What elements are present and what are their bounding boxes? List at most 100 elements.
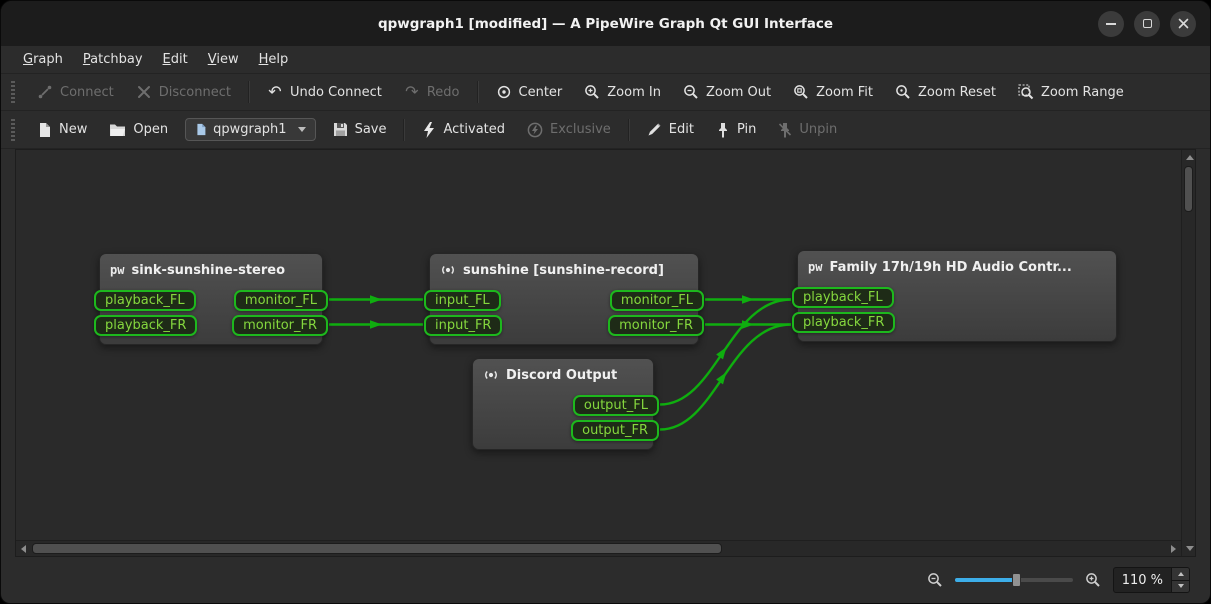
port-output[interactable]: output_FL bbox=[573, 395, 659, 416]
center-icon bbox=[496, 84, 512, 100]
app-window: qpwgraph1 [modified] — A PipeWire Graph … bbox=[0, 0, 1211, 604]
zoom-spinbox: 110 % bbox=[1113, 567, 1190, 593]
pin-button[interactable]: Pin bbox=[706, 117, 766, 143]
redo-icon: ↷ bbox=[404, 84, 420, 100]
patchbay-profile-combo[interactable]: qpwgraph1 bbox=[185, 118, 315, 141]
horizontal-scrollbar-thumb[interactable] bbox=[32, 543, 722, 554]
center-button[interactable]: Center bbox=[486, 79, 573, 105]
scroll-left-arrow[interactable] bbox=[21, 545, 26, 553]
zoom-spin-down-button[interactable] bbox=[1172, 580, 1189, 593]
zoom-slider-handle[interactable] bbox=[1012, 573, 1021, 587]
monitor-icon bbox=[483, 367, 499, 383]
node-header: pw sink-sunshine-stereo bbox=[100, 254, 322, 286]
port-output[interactable]: output_FR bbox=[571, 420, 659, 441]
menubar: Graph Patchbay Edit View Help bbox=[1, 46, 1210, 74]
zoom-fit-button[interactable]: Zoom Fit bbox=[783, 79, 883, 105]
zoom-in-button[interactable]: Zoom In bbox=[574, 79, 671, 105]
node-sink-sunshine-stereo[interactable]: pw sink-sunshine-stereo playback_FL moni… bbox=[99, 253, 323, 345]
window-controls bbox=[1098, 1, 1196, 46]
minimize-icon bbox=[1106, 23, 1116, 25]
toolbar-drag-handle[interactable] bbox=[11, 119, 15, 141]
port-output[interactable]: monitor_FR bbox=[608, 315, 704, 336]
redo-button[interactable]: ↷ Redo bbox=[394, 79, 470, 105]
toolbar-drag-handle[interactable] bbox=[11, 81, 15, 103]
statusbar: 110 % bbox=[1, 557, 1210, 603]
unpin-button[interactable]: Unpin bbox=[768, 117, 847, 143]
disconnect-button[interactable]: Disconnect bbox=[126, 79, 241, 105]
minimize-button[interactable] bbox=[1098, 11, 1124, 37]
open-button[interactable]: Open bbox=[99, 117, 178, 142]
lightning-icon bbox=[422, 122, 436, 138]
toolbar-graph: Connect Disconnect ↶ Undo Connect ↷ Redo… bbox=[1, 74, 1210, 111]
menu-help[interactable]: Help bbox=[249, 46, 299, 73]
unpin-icon bbox=[778, 122, 792, 138]
toolbar-separator bbox=[628, 119, 630, 141]
scroll-right-arrow[interactable] bbox=[1171, 545, 1176, 553]
node-header: Discord Output bbox=[473, 359, 653, 391]
zoom-in-icon bbox=[584, 84, 600, 100]
vertical-scrollbar-thumb[interactable] bbox=[1184, 166, 1193, 212]
port-input[interactable]: playback_FL bbox=[94, 290, 196, 311]
disconnect-icon bbox=[136, 84, 152, 100]
zoom-reset-button[interactable]: Zoom Reset bbox=[885, 79, 1006, 105]
menu-graph[interactable]: Graph bbox=[13, 46, 73, 73]
save-button[interactable]: Save bbox=[323, 117, 397, 142]
edit-button[interactable]: Edit bbox=[637, 117, 704, 142]
spin-up-icon bbox=[1178, 572, 1184, 576]
connect-button[interactable]: Connect bbox=[27, 79, 124, 105]
port-output[interactable]: monitor_FR bbox=[232, 315, 328, 336]
pencil-icon bbox=[647, 122, 662, 137]
new-file-icon bbox=[37, 122, 52, 138]
node-discord-output[interactable]: Discord Output output_FL output_FR bbox=[472, 358, 654, 450]
save-icon bbox=[333, 122, 348, 137]
exclusive-button[interactable]: Exclusive bbox=[517, 117, 621, 143]
port-input[interactable]: playback_FR bbox=[94, 315, 197, 336]
port-input[interactable]: input_FL bbox=[424, 290, 501, 311]
maximize-button[interactable] bbox=[1134, 11, 1160, 37]
port-output[interactable]: monitor_FL bbox=[610, 290, 704, 311]
zoom-slider[interactable] bbox=[955, 572, 1073, 588]
undo-connect-button[interactable]: ↶ Undo Connect bbox=[257, 79, 392, 105]
spin-down-icon bbox=[1178, 584, 1184, 588]
node-sunshine[interactable]: sunshine [sunshine-record] input_FL moni… bbox=[429, 253, 699, 345]
zoom-spin-up-button[interactable] bbox=[1172, 568, 1189, 580]
toolbar-patchbay: New Open qpwgraph1 Save Activated Exclus… bbox=[1, 111, 1210, 149]
connect-icon bbox=[37, 84, 53, 100]
close-button[interactable] bbox=[1170, 11, 1196, 37]
pipewire-icon: pw bbox=[110, 263, 124, 277]
node-title: Family 17h/19h HD Audio Contr... bbox=[829, 260, 1071, 275]
zoom-value[interactable]: 110 % bbox=[1114, 568, 1171, 592]
zoom-out-icon bbox=[927, 572, 943, 588]
horizontal-scrollbar[interactable] bbox=[16, 540, 1181, 556]
zoom-out-icon bbox=[683, 84, 699, 100]
scroll-up-arrow[interactable] bbox=[1186, 155, 1194, 160]
toolbar-separator bbox=[248, 81, 250, 103]
exclusive-icon bbox=[527, 122, 543, 138]
menu-edit[interactable]: Edit bbox=[153, 46, 198, 73]
new-button[interactable]: New bbox=[27, 117, 97, 143]
graph-canvas[interactable]: pw sink-sunshine-stereo playback_FL moni… bbox=[16, 150, 1181, 540]
pipewire-icon: pw bbox=[808, 260, 822, 274]
vertical-scrollbar[interactable] bbox=[1181, 150, 1195, 556]
port-output[interactable]: monitor_FL bbox=[234, 290, 328, 311]
port-input[interactable]: playback_FL bbox=[792, 287, 894, 308]
patchbay-file-icon bbox=[195, 123, 207, 136]
menu-view[interactable]: View bbox=[198, 46, 249, 73]
window-title: qpwgraph1 [modified] — A PipeWire Graph … bbox=[378, 16, 833, 32]
scroll-down-arrow[interactable] bbox=[1186, 546, 1194, 551]
undo-icon: ↶ bbox=[267, 84, 283, 100]
menu-patchbay[interactable]: Patchbay bbox=[73, 46, 153, 73]
zoom-reset-icon bbox=[895, 84, 911, 100]
node-family-hd-audio[interactable]: pw Family 17h/19h HD Audio Contr... play… bbox=[797, 250, 1117, 342]
monitor-icon bbox=[440, 262, 456, 278]
zoom-out-button[interactable]: Zoom Out bbox=[673, 79, 781, 105]
node-header: pw Family 17h/19h HD Audio Contr... bbox=[798, 251, 1116, 283]
port-input[interactable]: playback_FR bbox=[792, 312, 895, 333]
toolbar-separator bbox=[477, 81, 479, 103]
pin-icon bbox=[716, 122, 730, 138]
zoom-range-button[interactable]: Zoom Range bbox=[1008, 79, 1134, 105]
node-title: Discord Output bbox=[506, 368, 617, 383]
port-input[interactable]: input_FR bbox=[424, 315, 502, 336]
open-folder-icon bbox=[109, 123, 126, 137]
activated-button[interactable]: Activated bbox=[412, 117, 515, 143]
